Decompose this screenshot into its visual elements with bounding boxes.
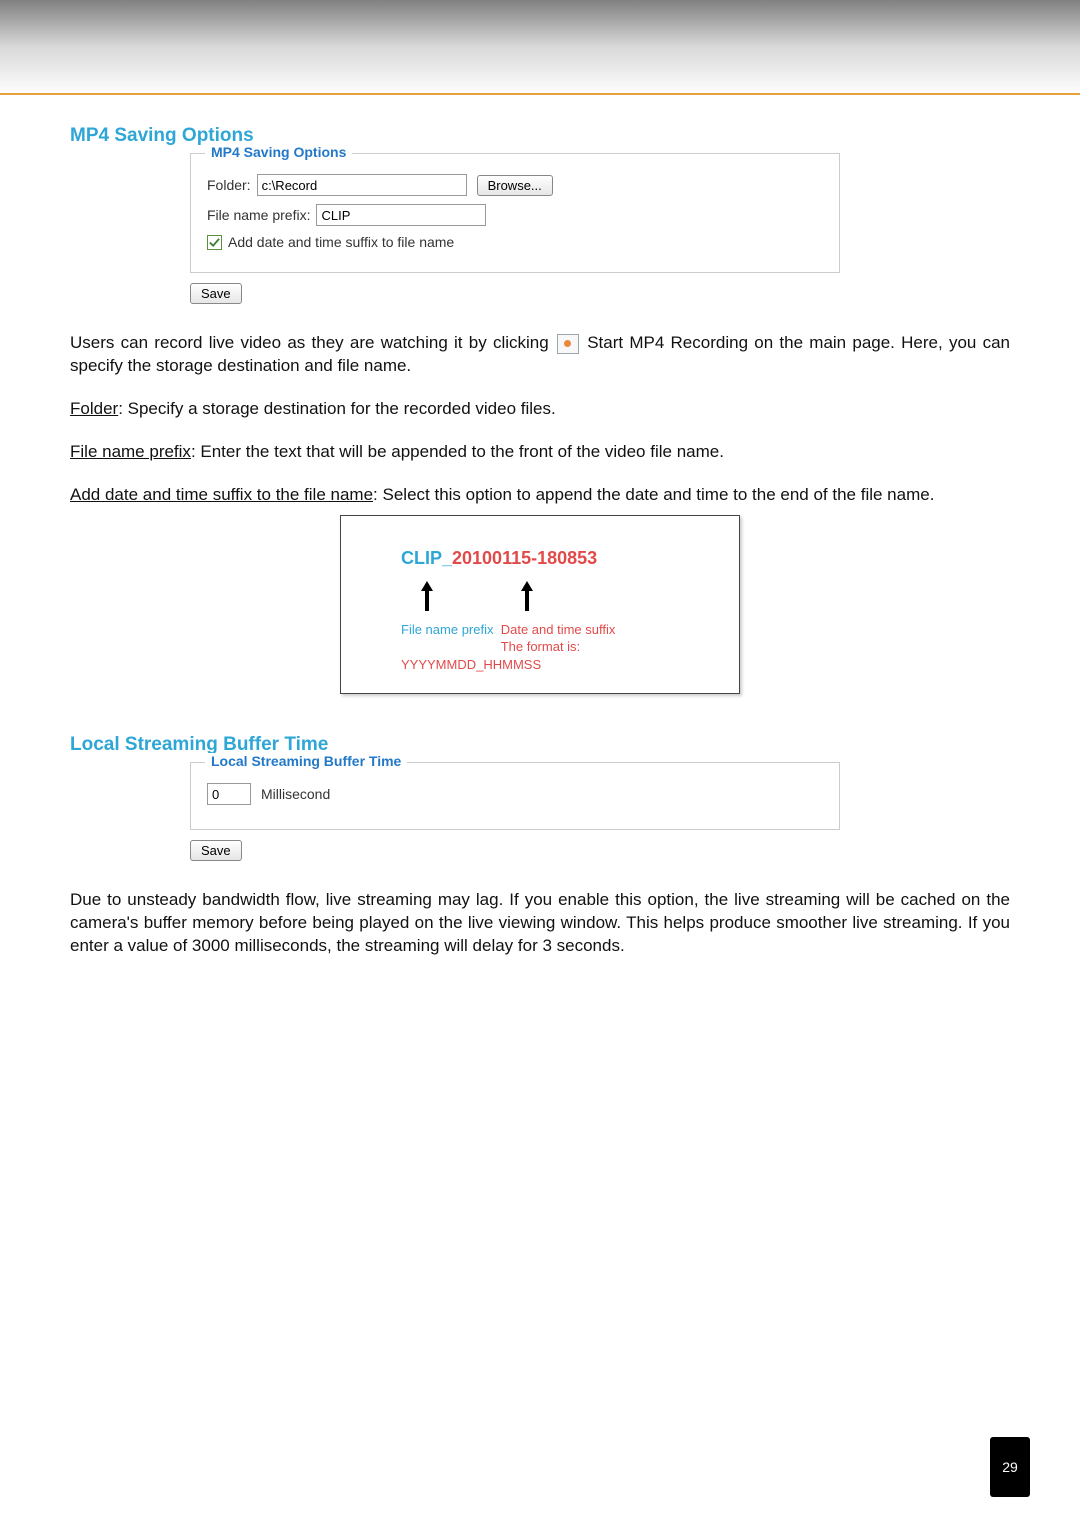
suffix-para: Add date and time suffix to the file nam…: [70, 484, 1010, 507]
mp4-legend: MP4 Saving Options: [205, 144, 352, 160]
lbl-prefix: File name prefix: [401, 622, 493, 637]
lbl-format: The format is: YYYYMMDD_HHMMSS: [401, 639, 580, 672]
save-button-mp4[interactable]: Save: [190, 283, 242, 304]
folder-label: Folder:: [207, 177, 251, 193]
intro-para: Users can record live video as they are …: [70, 332, 1010, 378]
millisecond-label: Millisecond: [261, 786, 330, 802]
record-icon: [557, 334, 579, 354]
p2-label: Folder: [70, 399, 118, 418]
mp4-fieldset: MP4 Saving Options Folder: Browse... Fil…: [190, 153, 840, 273]
example-clip: CLIP_: [401, 548, 452, 568]
checkbox-label: Add date and time suffix to file name: [228, 234, 454, 250]
buffer-legend: Local Streaming Buffer Time: [205, 753, 407, 769]
p2-rest: : Specify a storage destination for the …: [118, 399, 556, 418]
up-arrow-icon: [519, 579, 535, 613]
prefix-input[interactable]: [316, 204, 486, 226]
p4-rest: : Select this option to append the date …: [373, 485, 934, 504]
example-labels: File name prefix Date and time suffix Fi…: [401, 621, 709, 674]
filename-example-box: CLIP_20100115-180853 File name prefix Da…: [340, 515, 740, 695]
lbl-date: Date and time suffix: [501, 622, 616, 637]
buffer-fieldset: Local Streaming Buffer Time Millisecond: [190, 762, 840, 830]
arrows-row: [419, 579, 709, 613]
check-icon: [209, 237, 220, 248]
prefix-label: File name prefix:: [207, 207, 310, 223]
browse-button[interactable]: Browse...: [477, 175, 553, 196]
folder-input[interactable]: [257, 174, 467, 196]
p4-label: Add date and time suffix to the file nam…: [70, 485, 373, 504]
p3-rest: : Enter the text that will be appended t…: [191, 442, 724, 461]
buffer-input[interactable]: [207, 783, 251, 805]
example-datetime: 20100115-180853: [452, 548, 597, 568]
datetime-suffix-checkbox[interactable]: [207, 235, 222, 250]
header-gradient: [0, 0, 1080, 95]
save-button-buffer[interactable]: Save: [190, 840, 242, 861]
p3-label: File name prefix: [70, 442, 191, 461]
folder-para: Folder: Specify a storage destination fo…: [70, 398, 1010, 421]
up-arrow-icon: [419, 579, 435, 613]
p1a: Users can record live video as they are …: [70, 333, 555, 352]
example-filename: CLIP_20100115-180853: [401, 548, 709, 569]
prefix-para: File name prefix: Enter the text that wi…: [70, 441, 1010, 464]
buffer-para: Due to unsteady bandwidth flow, live str…: [70, 889, 1010, 958]
page-number: 29: [990, 1437, 1030, 1497]
